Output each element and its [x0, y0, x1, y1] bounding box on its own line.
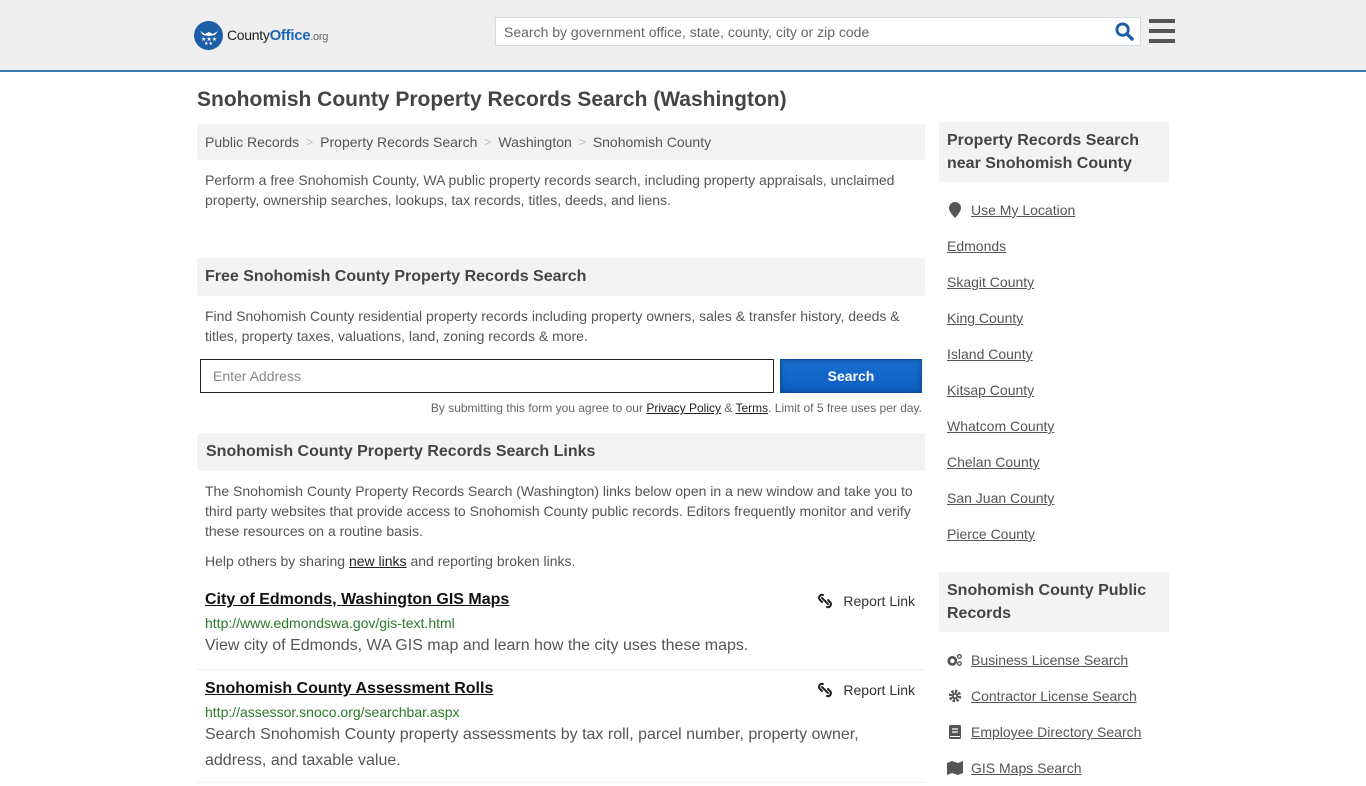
- search-section-description: Find Snohomish County residential proper…: [205, 308, 900, 344]
- breadcrumb-snohomish-county[interactable]: Snohomish County: [593, 134, 711, 150]
- result-item: Snohomish County Assessment Rolls http:/…: [197, 670, 925, 783]
- gis-maps-search-link[interactable]: GIS Maps Search: [971, 760, 1082, 776]
- site-search: [495, 17, 1141, 46]
- new-links-link[interactable]: new links: [349, 553, 407, 569]
- result-item: City of Edmonds, Washington GIS Maps htt…: [197, 591, 925, 670]
- broken-link-icon: [818, 593, 833, 609]
- help-text: Help others by sharing new links and rep…: [205, 553, 576, 569]
- public-records-heading: Snohomish County Public Records: [939, 572, 1169, 632]
- main-content: Public Records > Property Records Search…: [197, 124, 925, 783]
- links-section-description: The Snohomish County Property Records Se…: [205, 483, 913, 539]
- search-section-heading: Free Snohomish County Property Records S…: [197, 258, 925, 296]
- site-header: ★★★ ★★ CountyOffice.org: [0, 0, 1366, 72]
- terms-link[interactable]: Terms: [735, 401, 768, 415]
- nearby-item: Kitsap County: [947, 372, 1161, 408]
- nearby-link-pierce-county[interactable]: Pierce County: [947, 526, 1035, 542]
- hamburger-menu-icon[interactable]: [1149, 19, 1175, 43]
- gear-icon: [947, 689, 963, 703]
- eagle-logo-icon: ★★★ ★★: [194, 20, 223, 50]
- site-search-button[interactable]: [1108, 18, 1140, 45]
- result-description: Search Snohomish County property assessm…: [205, 726, 859, 769]
- public-records-list: Business License Search Contractor Licen…: [939, 632, 1169, 786]
- sidebar: Property Records Search near Snohomish C…: [939, 122, 1169, 786]
- nearby-item: King County: [947, 300, 1161, 336]
- cogs-icon: [947, 653, 963, 667]
- business-license-search-link[interactable]: Business License Search: [971, 652, 1128, 668]
- page-title: Snohomish County Property Records Search…: [197, 88, 787, 111]
- report-link-button[interactable]: Report Link: [817, 593, 915, 609]
- nearby-heading: Property Records Search near Snohomish C…: [939, 122, 1169, 182]
- nearby-item: Edmonds: [947, 228, 1161, 264]
- use-my-location-link[interactable]: Use My Location: [971, 202, 1075, 218]
- breadcrumb-separator: >: [306, 135, 314, 149]
- nearby-link-edmonds[interactable]: Edmonds: [947, 238, 1006, 254]
- report-link-button[interactable]: Report Link: [817, 682, 915, 698]
- site-search-input[interactable]: [496, 18, 1108, 45]
- book-icon: [947, 725, 963, 739]
- intro-text: Perform a free Snohomish County, WA publ…: [205, 172, 895, 208]
- use-location-item: Use My Location: [947, 192, 1161, 228]
- privacy-policy-link[interactable]: Privacy Policy: [646, 401, 721, 415]
- map-icon: [947, 761, 963, 775]
- site-logo[interactable]: ★★★ ★★ CountyOffice.org: [194, 20, 328, 50]
- nearby-item: Skagit County: [947, 264, 1161, 300]
- breadcrumb-separator: >: [578, 135, 586, 149]
- result-title-link[interactable]: City of Edmonds, Washington GIS Maps: [205, 591, 509, 609]
- links-section-heading: Snohomish County Property Records Search…: [197, 433, 925, 471]
- address-search-form: Search: [197, 346, 925, 393]
- address-input[interactable]: [200, 359, 774, 393]
- nearby-link-whatcom-county[interactable]: Whatcom County: [947, 418, 1054, 434]
- nearby-link-chelan-county[interactable]: Chelan County: [947, 454, 1040, 470]
- result-url: http://www.edmondswa.gov/gis-text.html: [205, 615, 455, 631]
- nearby-link-island-county[interactable]: Island County: [947, 346, 1033, 362]
- breadcrumb-property-records-search[interactable]: Property Records Search: [320, 134, 477, 150]
- public-record-item: Employee Directory Search: [947, 714, 1161, 750]
- logo-wordmark: CountyOffice.org: [227, 26, 329, 44]
- nearby-list: Use My Location Edmonds Skagit County Ki…: [939, 182, 1169, 552]
- map-marker-icon: [947, 202, 963, 218]
- public-record-item: Business License Search: [947, 642, 1161, 678]
- employee-directory-search-link[interactable]: Employee Directory Search: [971, 724, 1141, 740]
- broken-link-icon: [818, 682, 833, 698]
- nearby-link-king-county[interactable]: King County: [947, 310, 1023, 326]
- contractor-license-search-link[interactable]: Contractor License Search: [971, 688, 1137, 704]
- nearby-link-skagit-county[interactable]: Skagit County: [947, 274, 1034, 290]
- public-record-item: GIS Maps Search: [947, 750, 1161, 786]
- result-url: http://assessor.snoco.org/searchbar.aspx: [205, 704, 460, 720]
- result-title-link[interactable]: Snohomish County Assessment Rolls: [205, 680, 493, 698]
- nearby-item: San Juan County: [947, 480, 1161, 516]
- svg-text:★★: ★★: [204, 41, 213, 46]
- nearby-link-kitsap-county[interactable]: Kitsap County: [947, 382, 1034, 398]
- breadcrumb: Public Records > Property Records Search…: [197, 124, 925, 160]
- terms-notice: By submitting this form you agree to our…: [430, 401, 922, 415]
- breadcrumb-public-records[interactable]: Public Records: [205, 134, 299, 150]
- nearby-item: Whatcom County: [947, 408, 1161, 444]
- breadcrumb-washington[interactable]: Washington: [498, 134, 571, 150]
- search-icon: [1114, 22, 1134, 41]
- nearby-item: Island County: [947, 336, 1161, 372]
- nearby-item: Pierce County: [947, 516, 1161, 552]
- breadcrumb-separator: >: [484, 135, 492, 149]
- nearby-link-san-juan-county[interactable]: San Juan County: [947, 490, 1054, 506]
- public-record-item: Contractor License Search: [947, 678, 1161, 714]
- nearby-item: Chelan County: [947, 444, 1161, 480]
- result-description: View city of Edmonds, WA GIS map and lea…: [205, 637, 749, 654]
- address-search-button[interactable]: Search: [780, 359, 922, 393]
